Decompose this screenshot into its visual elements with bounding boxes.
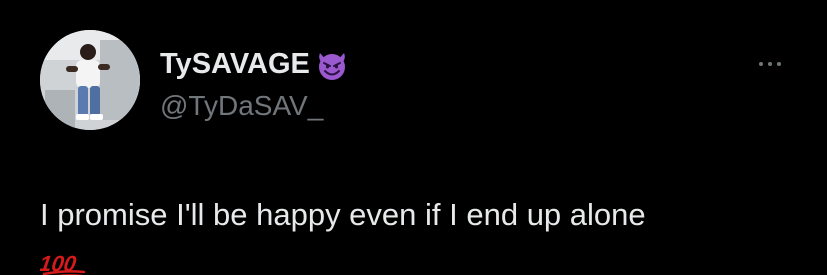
more-dot [768, 62, 772, 66]
more-dot [759, 62, 763, 66]
author-handle[interactable]: @TyDaSAV_ [160, 90, 323, 122]
hundred-points-icon: 100 [40, 245, 90, 275]
avatar-photo [40, 30, 140, 130]
smiling-devil-icon [312, 44, 352, 84]
author-name-row[interactable]: TySAVAGE [160, 44, 352, 84]
more-dot [777, 62, 781, 66]
more-options-icon[interactable] [750, 52, 790, 76]
tweet-text: I promise I'll be happy even if I end up… [40, 197, 646, 232]
avatar[interactable] [40, 30, 140, 130]
display-name[interactable]: TySAVAGE [160, 48, 310, 81]
